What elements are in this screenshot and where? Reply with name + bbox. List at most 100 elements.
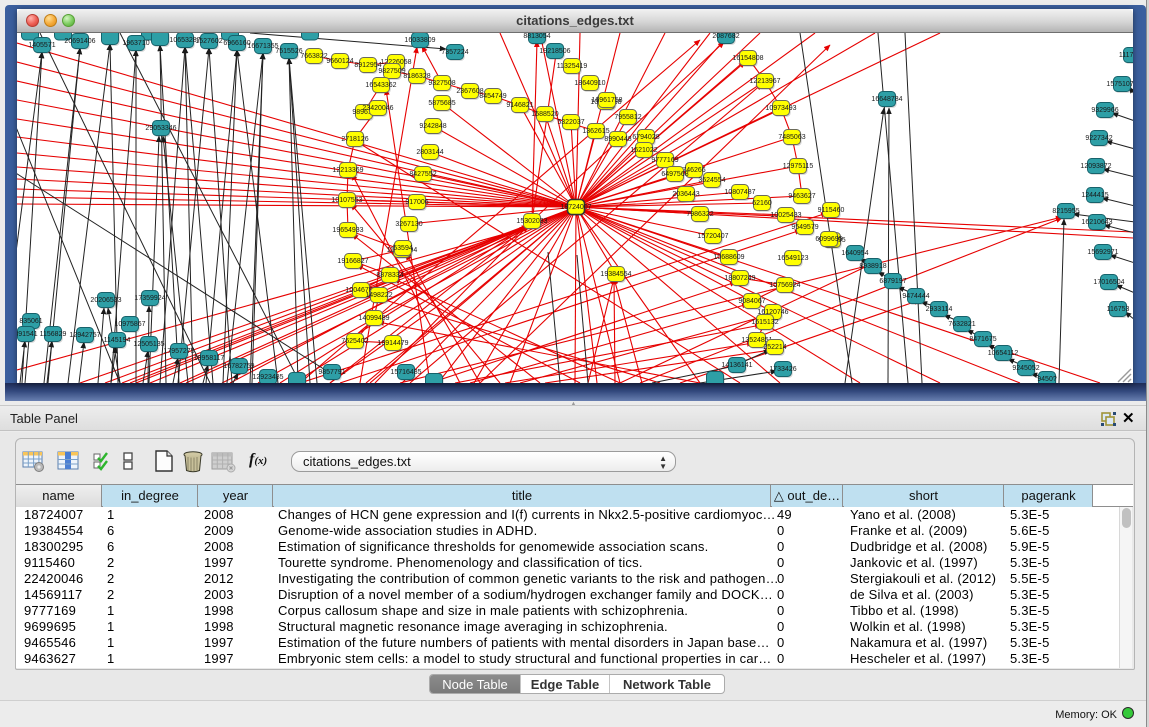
svg-text:17016504: 17016504 — [1093, 279, 1124, 286]
svg-text:16549123: 16549123 — [777, 255, 808, 262]
svg-text:15716485: 15716485 — [390, 369, 421, 376]
svg-text:1588520: 1588520 — [531, 111, 558, 118]
svg-text:2803144: 2803144 — [416, 149, 443, 156]
svg-text:15720407: 15720407 — [697, 233, 728, 240]
svg-text:23420046: 23420046 — [362, 105, 393, 112]
svg-text:12093872: 12093872 — [1080, 163, 1111, 170]
svg-text:7955812: 7955812 — [614, 114, 641, 121]
svg-text:7485063: 7485063 — [778, 134, 805, 141]
svg-text:12923485: 12923485 — [252, 374, 283, 381]
svg-text:8471675: 8471675 — [969, 336, 996, 343]
svg-text:19166827: 19166827 — [337, 258, 368, 265]
svg-text:2718126: 2718126 — [341, 136, 368, 143]
svg-text:19384554: 19384554 — [600, 271, 631, 278]
svg-text:19218506: 19218506 — [539, 48, 570, 55]
svg-text:10107553: 10107553 — [331, 197, 362, 204]
svg-text:18724007: 18724007 — [560, 204, 591, 211]
svg-text:8454749: 8454749 — [479, 93, 506, 100]
svg-text:1527602: 1527602 — [195, 38, 222, 45]
svg-text:10688609: 10688609 — [713, 254, 744, 261]
svg-text:19958117: 19958117 — [194, 355, 225, 362]
svg-text:5875685: 5875685 — [428, 100, 455, 107]
svg-text:9146821: 9146821 — [506, 102, 533, 109]
svg-text:9245052: 9245052 — [1012, 365, 1039, 372]
svg-text:9329966: 9329966 — [1091, 107, 1118, 114]
svg-text:10025433: 10025433 — [770, 212, 801, 219]
svg-text:17359924: 17359924 — [134, 295, 165, 302]
svg-text:7625402: 7625402 — [341, 338, 368, 345]
svg-text:8938918: 8938918 — [859, 263, 886, 270]
svg-text:12975115: 12975115 — [783, 163, 814, 170]
svg-text:1615132: 1615132 — [751, 319, 778, 326]
svg-text:7632821: 7632821 — [948, 321, 975, 328]
svg-text:29053346: 29053346 — [145, 125, 176, 132]
svg-text:6879197: 6879197 — [879, 278, 906, 285]
svg-text:10975867: 10975867 — [114, 321, 145, 328]
svg-text:5322037: 5322037 — [557, 119, 584, 126]
svg-text:2036443: 2036443 — [672, 191, 699, 198]
svg-text:7357224: 7357224 — [441, 49, 468, 56]
svg-text:16782759: 16782759 — [223, 363, 254, 370]
svg-text:1362615: 1362615 — [582, 128, 609, 135]
svg-text:19654933: 19654933 — [332, 227, 363, 234]
svg-text:917006: 917006 — [405, 199, 428, 206]
svg-text:15692971: 15692971 — [1087, 249, 1118, 256]
svg-text:1405571: 1405571 — [28, 42, 55, 49]
svg-text:6099695: 6099695 — [815, 236, 842, 243]
svg-text:9115460: 9115460 — [818, 207, 845, 214]
svg-text:6794028: 6794028 — [632, 134, 659, 141]
svg-text:7663822: 7663822 — [300, 53, 327, 60]
svg-text:7986322: 7986322 — [686, 211, 713, 218]
svg-text:8186328: 8186328 — [403, 73, 430, 80]
svg-text:12213369: 12213369 — [332, 167, 363, 174]
svg-text:14136141: 14136141 — [721, 362, 752, 369]
svg-text:53594: 53594 — [393, 245, 413, 252]
svg-text:1145194: 1145194 — [104, 337, 131, 344]
svg-text:8427552: 8427552 — [409, 171, 436, 178]
svg-text:9242848: 9242848 — [419, 123, 446, 130]
svg-text:2933114: 2933114 — [926, 306, 953, 313]
svg-text:8813054: 8813054 — [523, 33, 550, 40]
svg-text:12942757: 12942757 — [69, 332, 100, 339]
svg-text:6497568: 6497568 — [661, 171, 688, 178]
svg-text:16543362: 16543362 — [365, 82, 396, 89]
svg-text:9827509: 9827509 — [378, 68, 405, 75]
svg-text:20691406: 20691406 — [64, 38, 95, 45]
svg-text:835061: 835061 — [19, 318, 42, 325]
svg-text:11325419: 11325419 — [557, 63, 588, 70]
svg-text:12505135: 12505135 — [133, 341, 164, 348]
svg-text:16961758: 16961758 — [591, 97, 622, 104]
svg-text:12213967: 12213967 — [749, 78, 780, 85]
svg-text:10807487: 10807487 — [724, 189, 755, 196]
svg-text:1244415: 1244415 — [1081, 192, 1108, 199]
svg-text:8215955: 8215955 — [1052, 208, 1079, 215]
svg-text:15751074: 15751074 — [1106, 81, 1133, 88]
svg-text:62160: 62160 — [752, 200, 772, 207]
svg-text:16033809: 16033809 — [404, 37, 435, 44]
svg-text:16914479: 16914479 — [377, 340, 408, 347]
svg-text:9327508: 9327508 — [428, 80, 455, 87]
svg-text:9777169: 9777169 — [651, 157, 678, 164]
svg-text:1640954: 1640954 — [841, 250, 868, 257]
svg-text:9450?: 9450? — [1037, 376, 1057, 383]
svg-text:18640910: 18640910 — [574, 80, 605, 87]
svg-text:9463627: 9463627 — [788, 193, 815, 200]
svg-text:18807249: 18807249 — [724, 275, 755, 282]
svg-text:16648784: 16648784 — [871, 96, 902, 103]
svg-text:16210643: 16210643 — [1081, 219, 1112, 226]
svg-text:1733426: 1733426 — [769, 366, 796, 373]
svg-text:7515526: 7515526 — [275, 48, 302, 55]
svg-text:2087682: 2087682 — [712, 33, 739, 40]
svg-text:1117404: 1117404 — [1119, 52, 1133, 59]
svg-text:10973493: 10973493 — [765, 105, 796, 112]
svg-text:1963710: 1963710 — [122, 40, 149, 47]
svg-text:16154808: 16154808 — [732, 55, 763, 62]
svg-text:3267130: 3267130 — [395, 221, 422, 228]
svg-text:15302033: 15302033 — [516, 218, 547, 225]
svg-text:14099489: 14099489 — [358, 315, 389, 322]
svg-text:8878334: 8878334 — [376, 272, 403, 279]
svg-text:9474444: 9474444 — [902, 293, 929, 300]
svg-text:1498222: 1498222 — [365, 292, 392, 299]
svg-text:391541: 391541 — [17, 331, 38, 338]
svg-text:10654112: 10654112 — [988, 350, 1019, 357]
